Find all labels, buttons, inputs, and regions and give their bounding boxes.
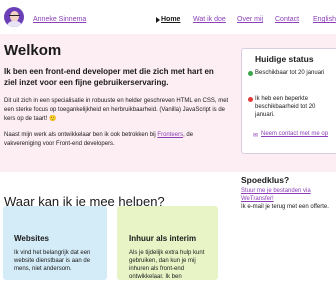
card-websites-text: Ik vind het belangrijk dat een website d…	[14, 250, 91, 272]
nav-over-mij[interactable]: Over mij	[237, 16, 263, 23]
nav-english[interactable]: English	[313, 16, 336, 23]
avatar-shoulders	[7, 21, 22, 27]
status-available-bullet	[248, 71, 253, 76]
card-websites-title: Websites	[14, 234, 49, 243]
card-interim-title: Inhuur als interim	[129, 234, 197, 243]
nav-home[interactable]: Home	[155, 16, 180, 23]
spoedklus-title: Spoedklus?	[241, 175, 290, 185]
hero-body-fronteers: Naast mijn werk als ontwikkelaar ben ik …	[4, 131, 229, 149]
card-interim-text: Als je tijdelijk extra hulp kunt gebruik…	[129, 250, 205, 280]
page-title: Welkom	[4, 42, 62, 59]
site-name-link[interactable]: Anneke Sinnema	[33, 16, 86, 23]
nav-wat-ik-doe[interactable]: Wat ik doe	[193, 16, 226, 23]
avatar-glasses	[9, 15, 20, 19]
hero-body-specialisation: Dit uit zich in een specialisatie in rob…	[4, 98, 229, 122]
spoedklus-email-text: Ik e-mail je terug met een offerte.	[241, 204, 329, 210]
status-title: Huidige status	[255, 54, 314, 64]
fronteers-prefix: Naast mijn werk als ontwikkelaar ben ik …	[4, 132, 158, 138]
site-header: Anneke Sinnema Home Wat ik doe Over mij …	[0, 0, 336, 34]
status-item-available: Beschikbaar tot 20 januari	[255, 70, 325, 76]
wetransfer-link[interactable]: Stuur me je bestanden via WeTransfer!	[241, 187, 335, 203]
mail-icon: ✉	[253, 133, 259, 139]
status-item-limited: Ik heb een beperkte beschikbaarheid tot …	[255, 96, 316, 118]
hero-lead: Ik ben een front-end developer met die z…	[4, 67, 214, 87]
avatar[interactable]	[4, 7, 24, 27]
fronteers-link[interactable]: Fronteers	[157, 132, 183, 138]
status-limited-bullet	[248, 97, 253, 102]
nav-contact[interactable]: Contact	[275, 16, 299, 23]
contact-me-link[interactable]: Neem contact met me op	[261, 130, 331, 138]
